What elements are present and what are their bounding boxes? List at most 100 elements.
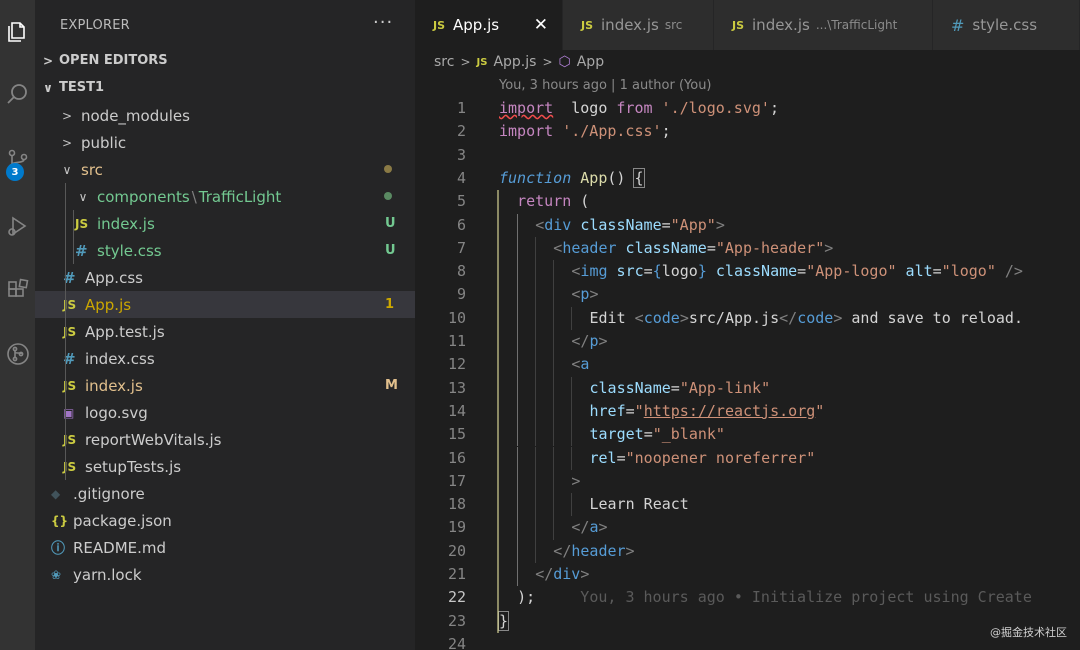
indent-guide [553,306,555,330]
json-file-icon: {} [51,513,69,528]
code-token: ; [769,99,779,117]
section-workspace[interactable]: ∨ TEST1 [35,74,415,101]
tab-style-css[interactable]: # style.css [933,0,1080,50]
tree-item[interactable]: JS App.js 1 [35,291,415,318]
indent-guide [553,260,555,284]
indent-guide [65,399,66,426]
activity-bar: 3 [0,0,35,650]
symbol-cube-icon: ⬡ [558,54,571,70]
code-editor[interactable]: 1 import logo from './logo.svg'; 2 import '… [415,97,1080,650]
indent-guide [73,210,74,237]
tree-item[interactable]: # style.css U [35,237,415,264]
tab-app-js[interactable]: JS App.js ✕ [415,0,563,50]
tab-index-js[interactable]: JS index.js src [563,0,714,50]
code-token: import [499,99,554,117]
indent-guide [517,260,519,284]
tab-index-js[interactable]: JS index.js ...\TrafficLight [714,0,933,50]
line-number: 19 [447,518,466,537]
js-file-icon: JS [581,18,594,32]
code-token: "noopener noreferrer" [625,448,816,467]
line-number: 8 [456,262,466,281]
tree-item[interactable]: # App.css [35,264,415,291]
tree-item[interactable]: ∨ components \ TrafficLight [35,183,415,210]
code-text: </p> [571,330,607,353]
code-token: "App-link" [679,378,771,397]
indent-guide [65,237,66,264]
indent-guide [571,399,573,424]
code-token: > [598,518,608,537]
more-actions-icon[interactable]: ··· [373,12,393,33]
tree-item[interactable]: # index.css [35,345,415,372]
tree-item[interactable]: JS reportWebVitals.js [35,426,415,453]
indent-guide [535,399,537,424]
tree-item[interactable]: JS App.test.js [35,318,415,345]
css-file-icon: # [951,15,965,35]
indent-guide [553,376,555,400]
explorer-sidebar: EXPLORER ··· > OPEN EDITORS ∨ TEST1 > node_m… [35,0,415,650]
codelens-blame[interactable]: You, 3 hours ago | 1 author (You) [499,78,712,93]
tree-item[interactable]: JS index.js U [35,210,415,237]
git-graph-icon[interactable] [0,334,35,374]
close-icon[interactable]: ✕ [534,15,548,35]
line-number: 5 [456,192,466,211]
code-token: { [652,262,662,281]
explorer-icon[interactable] [0,12,35,52]
indent-guide [553,399,555,424]
code-token: div [553,565,581,583]
code-text: } [497,610,510,633]
breadcrumb-folder[interactable]: src [434,54,454,70]
breadcrumb: src > JS App.js > ⬡ App [434,50,604,74]
code-token: > [824,238,834,257]
tree-item[interactable]: {} package.json [35,507,415,534]
tree-item[interactable]: ❀ yarn.lock [35,561,415,588]
source-control-badge: 3 [6,163,24,181]
tree-item[interactable]: ◆ .gitignore [35,480,415,507]
search-icon[interactable] [0,74,35,114]
indent-guide [517,236,519,261]
tree-item-label: public [81,133,127,152]
indent-guide [535,306,537,330]
js-file-icon: JS [476,56,488,68]
tree-item[interactable]: > node_modules [35,102,415,129]
code-token: = [670,378,680,397]
indent-guide [553,516,555,540]
indent-guide [535,283,537,307]
code-line: 21 </div> [415,563,1080,587]
code-text: rel="noopener noreferrer" [590,447,816,470]
code-token: code [643,308,680,327]
code-token: target [589,425,644,444]
code-token: "App-logo" [806,262,897,281]
section-open-editors[interactable]: > OPEN EDITORS [35,47,415,74]
code-token: src [607,262,644,281]
code-token: </ [553,541,572,560]
css-file-icon: # [75,241,88,260]
code-text: Edit <code>src/App.js</code> and save to… [590,307,1024,330]
extensions-icon[interactable] [0,270,35,310]
line-number: 1 [456,99,466,117]
code-token: < [553,238,563,257]
breadcrumb-file[interactable]: App.js [493,54,536,70]
tree-item[interactable]: JS index.js M [35,372,415,399]
chevron-down-icon: ∨ [78,189,88,204]
tree-item[interactable]: > public [35,129,415,156]
tree-item-label: yarn.lock [73,565,142,584]
indent-guide [517,446,519,470]
js-file-icon: JS [63,432,77,447]
watermark: @掘金技术社区 [990,626,1067,639]
indent-guide [571,493,573,517]
line-number: 2 [456,122,466,141]
tree-item[interactable]: ∨ src [35,156,415,183]
code-text: Learn React [590,493,689,516]
code-line: 1 import logo from './logo.svg'; [415,97,1080,120]
tree-item[interactable]: JS setupTests.js [35,453,415,480]
code-token: logo [553,99,617,117]
tree-item[interactable]: ⓘ README.md [35,534,415,561]
run-debug-icon[interactable] [0,206,35,246]
indent-guide [535,330,537,354]
code-line: 4 function App() { [415,167,1080,190]
line-number: 3 [456,145,466,164]
indent-guide [65,210,66,237]
chevron-right-icon: > [42,53,54,68]
breadcrumb-symbol[interactable]: App [577,54,604,70]
tree-item[interactable]: ▣ logo.svg [35,399,415,426]
